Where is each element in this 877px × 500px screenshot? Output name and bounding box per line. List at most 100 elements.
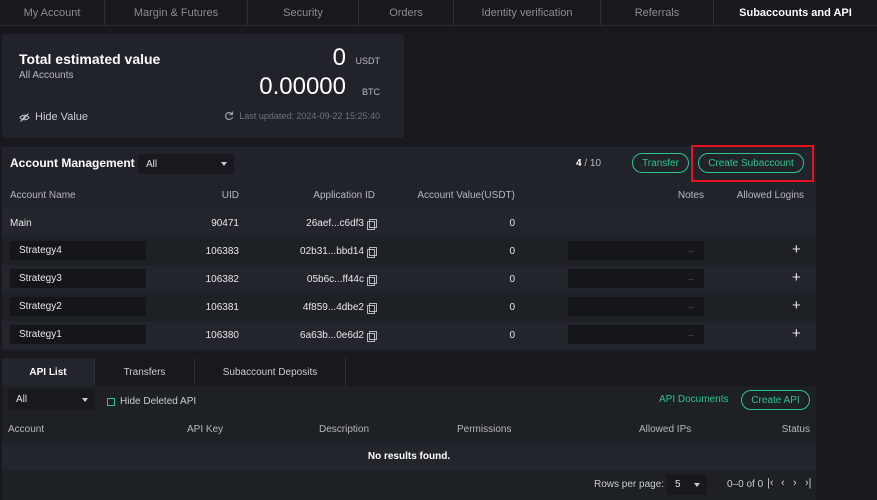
hide-deleted-label: Hide Deleted API: [120, 396, 197, 407]
total-value-card: Total estimated value All Accounts 0 USD…: [2, 34, 404, 138]
account-name-input[interactable]: Strategy2: [10, 297, 146, 316]
chevron-down-icon: [221, 162, 227, 166]
copy-icon[interactable]: [367, 218, 377, 230]
account-uid: 106381: [205, 301, 239, 313]
account-value: 0: [509, 329, 515, 341]
hide-deleted-checkbox[interactable]: Hide Deleted API: [107, 396, 196, 407]
tab-orders[interactable]: Orders: [359, 0, 454, 26]
tab-my-account[interactable]: My Account: [0, 0, 105, 26]
tab-transfers[interactable]: Transfers: [95, 358, 195, 386]
first-page-icon[interactable]: |‹: [767, 477, 774, 489]
add-login-button[interactable]: +: [792, 325, 801, 342]
tab-identity-verification[interactable]: Identity verification: [454, 0, 601, 26]
col-account-value: Account Value(USDT): [417, 190, 515, 201]
tab-referrals[interactable]: Referrals: [601, 0, 714, 26]
hide-value-toggle[interactable]: Hide Value: [19, 111, 88, 123]
btc-unit: BTC: [362, 87, 380, 97]
subaccount-count-current: 4: [576, 158, 582, 169]
eye-off-icon: [19, 112, 30, 122]
last-updated-text: Last updated: 2024-09-22 15:25:40: [239, 111, 380, 121]
account-value: 0: [509, 301, 515, 313]
application-id-text: 6a63b...0e6d2: [300, 329, 364, 341]
tab-security[interactable]: Security: [248, 0, 359, 26]
account-uid: 106383: [205, 245, 239, 257]
table-row: Strategy4 106383 02b31...bbd14 0 -- +: [2, 237, 816, 265]
add-login-button[interactable]: +: [792, 241, 801, 258]
application-id-text: 02b31...bbd14: [300, 245, 364, 257]
application-id: 02b31...bbd14: [262, 237, 377, 265]
col-description: Description: [319, 423, 370, 435]
application-id-text: 26aef...c6df3: [306, 217, 364, 229]
col-notes: Notes: [677, 190, 704, 201]
rows-per-page-value: 5: [675, 479, 681, 490]
copy-icon[interactable]: [367, 274, 377, 286]
api-panel: API List Transfers Subaccount Deposits A…: [2, 358, 816, 500]
notes-input[interactable]: --: [568, 269, 704, 288]
tab-subaccount-deposits[interactable]: Subaccount Deposits: [195, 358, 346, 386]
pagination: Rows per page: 5 0–0 of 0 |‹ ‹ › ›|: [2, 470, 816, 500]
hide-value-label: Hide Value: [35, 111, 88, 123]
application-id: 05b6c...ff44c: [262, 265, 377, 293]
application-id: 6a63b...0e6d2: [262, 321, 377, 349]
usdt-unit: USDT: [355, 56, 381, 66]
tab-margin-futures[interactable]: Margin & Futures: [105, 0, 248, 26]
notes-input[interactable]: --: [568, 325, 704, 344]
next-page-icon[interactable]: ›: [793, 477, 797, 489]
create-api-button[interactable]: Create API: [741, 390, 810, 410]
add-login-button[interactable]: +: [792, 269, 801, 286]
account-management-panel: Account Management All 4 / 10 Transfer C…: [2, 145, 816, 351]
account-name-input[interactable]: Strategy3: [10, 269, 146, 288]
tab-subaccounts-api[interactable]: Subaccounts and API: [714, 0, 877, 26]
api-filter-value: All: [16, 394, 28, 405]
pagination-range: 0–0 of 0: [727, 479, 764, 490]
add-login-button[interactable]: +: [792, 297, 801, 314]
usdt-value: 0: [332, 44, 346, 71]
api-table-header: Account API Key Description Permissions …: [2, 415, 816, 443]
account-filter-select[interactable]: All: [138, 154, 234, 174]
table-row: Strategy1 106380 6a63b...0e6d2 0 -- +: [2, 321, 816, 349]
last-page-icon[interactable]: ›|: [805, 477, 812, 489]
account-name-input[interactable]: Strategy1: [10, 325, 146, 344]
checkbox-box[interactable]: [107, 397, 115, 406]
application-id: 4f859...4dbe2: [262, 293, 377, 321]
rows-per-page-label: Rows per page:: [594, 479, 665, 490]
total-value-subtitle: All Accounts: [19, 70, 74, 81]
subaccount-count-total: / 10: [584, 158, 602, 169]
account-name-input[interactable]: Strategy4: [10, 241, 146, 260]
col-allowed-logins: Allowed Logins: [736, 190, 804, 201]
copy-icon[interactable]: [367, 330, 377, 342]
copy-icon[interactable]: [367, 302, 377, 314]
table-row: Strategy2 106381 4f859...4dbe2 0 -- +: [2, 293, 816, 321]
prev-page-icon[interactable]: ‹: [781, 477, 785, 489]
account-value: 0: [509, 273, 515, 285]
col-api-key: API Key: [187, 423, 224, 435]
tab-api-list[interactable]: API List: [2, 358, 95, 386]
chevron-down-icon: [694, 482, 700, 487]
top-nav: My Account Margin & Futures Security Ord…: [0, 0, 877, 26]
rows-per-page-select[interactable]: 5: [667, 474, 707, 495]
account-name: Main: [10, 217, 32, 229]
notes-input[interactable]: --: [568, 241, 704, 260]
col-allowed-ips: Allowed IPs: [639, 423, 692, 435]
subaccount-count: 4 / 10: [576, 158, 601, 169]
col-account: Account: [8, 423, 45, 435]
transfer-button[interactable]: Transfer: [632, 153, 689, 173]
chevron-down-icon: [82, 397, 88, 402]
no-results-message: No results found.: [2, 443, 816, 470]
table-row: Strategy3 106382 05b6c...ff44c 0 -- +: [2, 265, 816, 293]
api-documents-link[interactable]: API Documents: [659, 394, 728, 405]
col-status: Status: [781, 423, 810, 435]
col-uid: UID: [221, 190, 239, 201]
account-value: 0: [509, 245, 515, 257]
api-tabs: API List Transfers Subaccount Deposits: [2, 358, 816, 386]
account-table-header: Account Name UID Application ID Account …: [2, 182, 816, 209]
total-value-title: Total estimated value: [19, 51, 161, 67]
refresh-icon[interactable]: [224, 111, 234, 121]
api-account-filter-select[interactable]: All: [8, 389, 95, 410]
account-uid: 106380: [205, 329, 239, 341]
copy-icon[interactable]: [367, 246, 377, 258]
notes-input[interactable]: --: [568, 297, 704, 316]
account-management-header: Account Management All 4 / 10 Transfer C…: [2, 145, 816, 182]
account-uid: 90471: [211, 217, 239, 229]
col-application-id: Application ID: [313, 190, 375, 201]
